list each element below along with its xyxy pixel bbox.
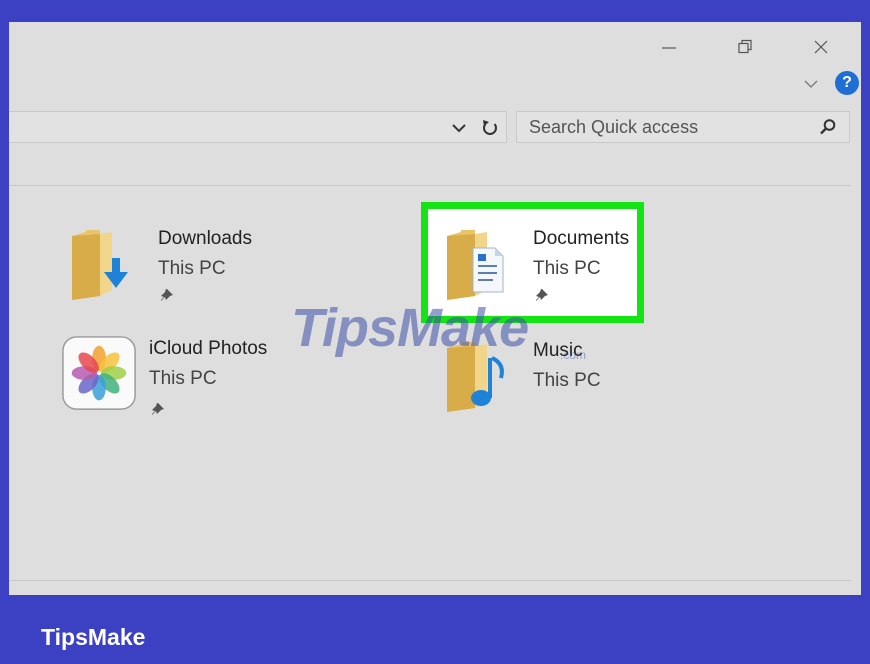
minimize-icon <box>662 47 676 49</box>
refresh-icon <box>483 120 497 135</box>
watermark: TipsMake <box>291 298 529 358</box>
item-location: This PC <box>533 258 601 279</box>
brand-label: TipsMake <box>41 624 146 650</box>
close-button[interactable] <box>801 32 841 62</box>
item-location: This PC <box>533 370 601 391</box>
help-icon[interactable]: ? <box>835 71 859 95</box>
icloud-photos-icon <box>62 336 136 410</box>
divider <box>9 185 851 186</box>
ribbon-row: ? <box>9 70 861 96</box>
downloads-folder-icon <box>72 230 128 300</box>
search-input[interactable] <box>517 112 811 142</box>
documents-folder-icon <box>447 230 504 300</box>
restore-icon <box>738 39 752 54</box>
refresh-button[interactable] <box>479 117 501 139</box>
pin-icon <box>152 403 164 415</box>
item-name: iCloud Photos <box>149 338 268 359</box>
chevron-down-icon <box>804 80 818 88</box>
address-history-button[interactable] <box>449 118 469 138</box>
pin-icon <box>536 289 548 301</box>
chevron-down-icon <box>452 124 466 133</box>
quick-access-item-downloads[interactable]: Downloads This PC <box>70 226 280 326</box>
watermark-domain: .com <box>560 348 587 362</box>
expand-ribbon-button[interactable] <box>801 74 821 94</box>
restore-button[interactable] <box>725 32 765 62</box>
title-bar <box>9 22 861 70</box>
item-name: Downloads <box>158 228 252 249</box>
item-location: This PC <box>158 258 226 279</box>
file-explorer-window: ? Downloads This PC <box>9 22 861 595</box>
search-box[interactable] <box>516 111 850 143</box>
pin-icon <box>161 289 173 301</box>
item-location: This PC <box>149 368 217 389</box>
item-name: Documents <box>533 228 630 249</box>
search-icon <box>820 119 836 135</box>
quick-access-item-icloud-photos[interactable]: iCloud Photos This PC <box>61 335 271 435</box>
minimize-button[interactable] <box>649 32 689 62</box>
divider <box>9 580 851 581</box>
close-icon <box>814 40 828 54</box>
address-bar[interactable] <box>9 111 507 143</box>
